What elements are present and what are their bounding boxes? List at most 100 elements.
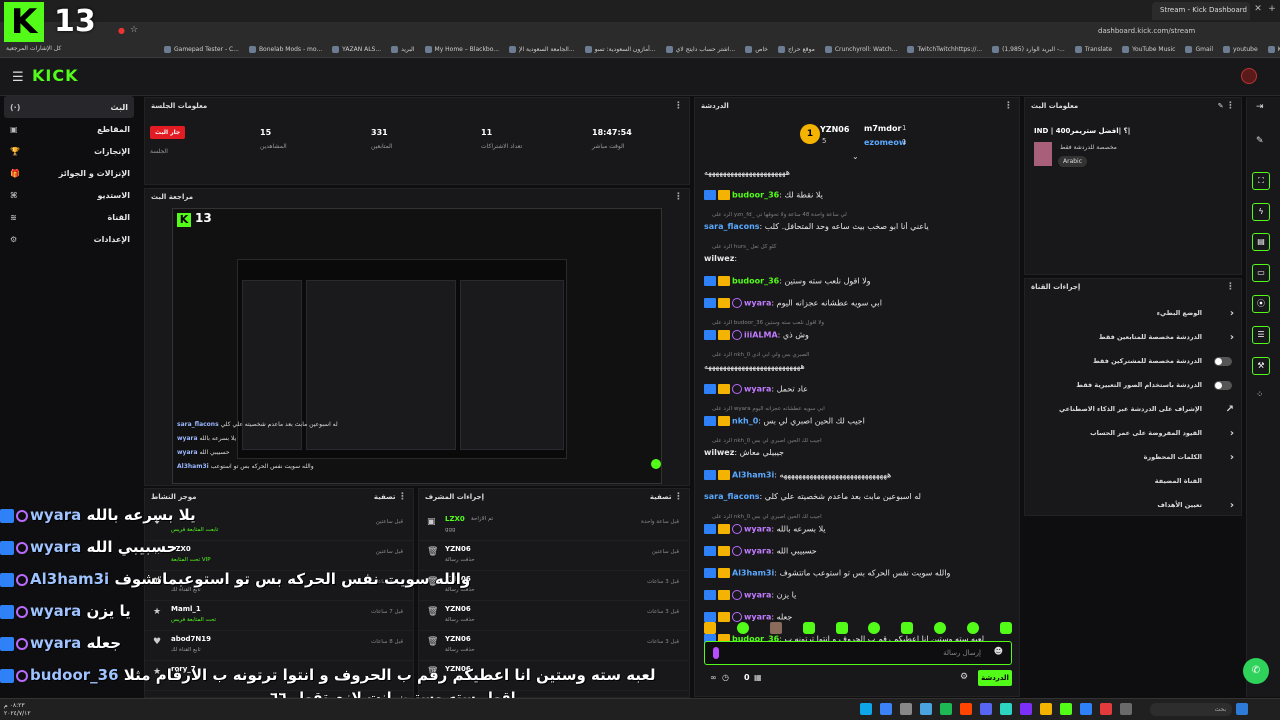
- channel-action-row[interactable]: القيود المفروضة على عمر الحساب ›: [1028, 428, 1238, 439]
- chat-username[interactable]: nkh_0: [732, 417, 758, 426]
- chat-username[interactable]: wilwez: [704, 254, 734, 263]
- send-chat-button[interactable]: الدردشة: [978, 670, 1012, 686]
- star-icon[interactable]: ☆: [130, 25, 138, 35]
- chat-username[interactable]: Al3ham3i: [732, 569, 774, 578]
- taskbar-clock[interactable]: ٠٨:٢٣ م ٢٠٢٤/٧/١٢: [4, 702, 31, 718]
- chat-username[interactable]: wyara: [744, 525, 771, 534]
- leader-name[interactable]: m7mdor: [864, 124, 901, 133]
- emote-icon[interactable]: [967, 622, 979, 634]
- bookmark-item[interactable]: Gmail: [1185, 46, 1213, 53]
- rail-chat-icon[interactable]: ▭: [1252, 264, 1270, 282]
- mic-icon[interactable]: [713, 647, 719, 659]
- emote-icon[interactable]: [934, 622, 947, 634]
- chat-username[interactable]: sara_flacons: [704, 492, 760, 501]
- chat-message[interactable]: Al3ham3i: هههههههههههههههههههههههههههههه: [704, 470, 1020, 480]
- browser-tab-active[interactable]: Stream - Kick Dashboard: [1152, 2, 1250, 20]
- chat-message[interactable]: wyara: جعله: [704, 612, 1020, 622]
- bookmark-item[interactable]: YouTube Music: [1122, 46, 1175, 53]
- chat-username[interactable]: budoor_36: [732, 191, 779, 200]
- taskbar-app-icon[interactable]: [920, 703, 932, 715]
- nav-item-achievements[interactable]: 🏆 الإنجازات: [0, 140, 140, 162]
- url-text[interactable]: dashboard.kick.com/stream: [1098, 27, 1195, 35]
- more-icon[interactable]: ⋮: [1226, 101, 1235, 111]
- chat-username[interactable]: iiiALMA: [744, 331, 778, 340]
- taskbar-app-icon[interactable]: [1040, 703, 1052, 715]
- edit-icon[interactable]: ✎: [1218, 102, 1224, 110]
- taskbar-app-icon[interactable]: [1120, 703, 1132, 715]
- bookmark-item[interactable]: Gamepad Tester - C...: [164, 46, 239, 53]
- nav-item-clips[interactable]: ▣ المقاطع: [0, 118, 140, 140]
- taskbar-app-icon[interactable]: [880, 703, 892, 715]
- chat-message[interactable]: wyara: يلا بسرعه بالله: [704, 524, 1020, 534]
- chat-input[interactable]: إرسال رسالة ☻: [704, 641, 1012, 665]
- bookmark-item[interactable]: YAZAN ALS...: [332, 46, 381, 53]
- bookmark-item[interactable]: My Home – Blackbo...: [424, 46, 499, 53]
- bookmark-item[interactable]: موقع حراج: [778, 46, 815, 53]
- channel-action-row[interactable]: الدردشة باستخدام الصور التعبيرية فقط: [1028, 381, 1238, 390]
- chevron-right-icon[interactable]: ›: [1230, 308, 1234, 319]
- chat-message[interactable]: wyara: يا يزن: [704, 590, 1020, 600]
- toggle-switch[interactable]: [1214, 381, 1232, 390]
- channel-action-row[interactable]: الإشراف على الدردشة عبر الذكاء الاصطناعي…: [1028, 404, 1238, 415]
- chevron-right-icon[interactable]: ›: [1230, 428, 1234, 439]
- more-icon[interactable]: ⋮: [1004, 101, 1013, 111]
- channel-action-row[interactable]: الوضع البطيء ›: [1028, 308, 1238, 319]
- chat-message[interactable]: wyara: ابي سويه عطشانه عجزانه اليوم: [704, 298, 1020, 308]
- emote-icon[interactable]: [802, 622, 815, 634]
- chat-message[interactable]: nkh_0: اجيب لك الحين اصبري لي بس: [704, 416, 1020, 426]
- kick-logo[interactable]: KICK: [32, 66, 79, 85]
- clock-icon[interactable]: ◷: [722, 673, 729, 682]
- windows-start-icon[interactable]: [1236, 703, 1248, 715]
- menu-icon[interactable]: ☰: [12, 70, 24, 85]
- nav-item-channel[interactable]: ≋ القناة: [0, 206, 140, 228]
- nav-item-settings[interactable]: ⚙ الإعدادات: [0, 228, 140, 250]
- mod-username[interactable]: YZN06: [445, 635, 471, 643]
- bookmark-item[interactable]: أمازون السعودية: تسو...: [584, 46, 656, 53]
- taskbar-app-icon[interactable]: [1000, 703, 1012, 715]
- bookmark-item[interactable]: TwitchTwitchhttps://...: [907, 46, 982, 53]
- mod-username[interactable]: YZN06: [445, 605, 471, 613]
- channel-action-row[interactable]: الكلمات المحظورة ›: [1028, 452, 1238, 463]
- chat-message[interactable]: ههههههههههههههههههههههههههه: [704, 362, 1020, 371]
- chevron-down-icon[interactable]: ⌄: [852, 152, 859, 161]
- pencil-icon[interactable]: ✎: [1256, 136, 1264, 146]
- channel-action-row[interactable]: تعيين الأهداف ›: [1028, 500, 1238, 511]
- bookmark-item[interactable]: youtube: [1223, 46, 1258, 53]
- channel-action-row[interactable]: القناة المضيفة: [1028, 477, 1238, 485]
- bookmark-item[interactable]: البريد: [391, 46, 415, 53]
- taskbar-app-icon[interactable]: [1060, 703, 1072, 715]
- more-icon[interactable]: ⋮: [1226, 282, 1235, 292]
- taskbar-app-icon[interactable]: [1100, 703, 1112, 715]
- emote-icon[interactable]: [736, 622, 749, 634]
- chat-username[interactable]: sara_flacons: [704, 222, 760, 231]
- address-bar[interactable]: dashboard.kick.com/stream ● ☆: [0, 22, 1280, 42]
- help-chat-icon[interactable]: ✆: [1243, 658, 1269, 684]
- stream-preview-video[interactable]: K 13 sara_flacons له اسبوعين مابث بعد ما…: [172, 208, 662, 484]
- rail-list-icon[interactable]: ☰: [1252, 326, 1270, 344]
- more-icon[interactable]: ⋮: [674, 192, 683, 202]
- bookmark-item[interactable]: Bonelab Mods - mo...: [248, 46, 322, 53]
- chat-message[interactable]: ههههههههههههههههههههههه: [704, 168, 1020, 177]
- emote-icon[interactable]: [769, 622, 782, 634]
- leader-name[interactable]: YZN06: [820, 125, 849, 134]
- channel-action-row[interactable]: الدردشة مخصصة للمشتركين فقط: [1028, 357, 1238, 366]
- taskbar-app-icon[interactable]: [860, 703, 872, 715]
- chat-message[interactable]: budoor_36: يلا نقطة لك: [704, 190, 1020, 200]
- chat-username[interactable]: budoor_36: [732, 277, 779, 286]
- more-icon[interactable]: ⁘: [1256, 390, 1264, 400]
- activity-username[interactable]: abod7N19: [171, 635, 211, 643]
- chat-username[interactable]: wyara: [744, 613, 771, 622]
- toggle-switch[interactable]: [1214, 357, 1232, 366]
- taskbar-app-icon[interactable]: [900, 703, 912, 715]
- leader-name[interactable]: ezomeow: [864, 138, 906, 147]
- mod-filter[interactable]: تصفية: [650, 493, 672, 501]
- emoji-icon[interactable]: ☻: [994, 647, 1003, 657]
- settings-icon[interactable]: ⚙: [960, 672, 968, 682]
- link-icon[interactable]: ∞: [710, 673, 717, 682]
- all-bookmarks-label[interactable]: كل الإشارات المرجعية: [6, 45, 61, 52]
- rail-note-icon[interactable]: ▤: [1252, 233, 1270, 251]
- bookmark-item[interactable]: Translate: [1074, 46, 1112, 53]
- user-avatar[interactable]: [1241, 68, 1257, 84]
- chat-message[interactable]: budoor_36: ولا اقول نلعب سته وستين: [704, 276, 1020, 286]
- taskbar-app-icon[interactable]: [940, 703, 952, 715]
